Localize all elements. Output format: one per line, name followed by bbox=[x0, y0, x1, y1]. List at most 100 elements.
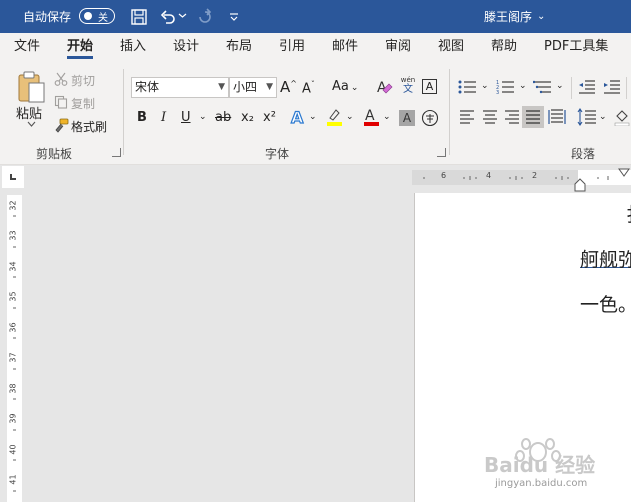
change-case-button[interactable]: Aa ⌄ bbox=[332, 79, 358, 94]
chevron-down-icon: ⌄ bbox=[350, 83, 359, 93]
enclose-characters-icon[interactable] bbox=[421, 109, 439, 127]
chevron-down-icon[interactable]: ⌄ bbox=[199, 112, 207, 122]
copy-icon bbox=[54, 95, 68, 109]
font-color-icon[interactable]: A bbox=[362, 107, 380, 127]
paste-label[interactable]: 粘贴 bbox=[16, 103, 42, 122]
chevron-down-icon[interactable]: ⌄ bbox=[556, 81, 564, 91]
tab-stop-icon bbox=[10, 174, 16, 180]
tab-references[interactable]: 引用 bbox=[279, 33, 305, 61]
font-size-value: 小四 bbox=[233, 80, 258, 94]
autosave-label: 自动保存 bbox=[23, 10, 72, 24]
watermark-text: Baidu 经验 bbox=[484, 453, 595, 477]
bullets-icon[interactable] bbox=[458, 79, 478, 95]
character-border-icon[interactable]: A bbox=[422, 79, 437, 94]
multilevel-list-icon[interactable] bbox=[533, 79, 553, 95]
copy-button[interactable]: 复制 bbox=[71, 95, 95, 112]
document-line[interactable]: 舸舰弥 bbox=[580, 245, 631, 272]
redo-icon bbox=[199, 8, 212, 23]
paste-icon[interactable] bbox=[16, 70, 46, 104]
numbering-icon[interactable]: 123 bbox=[496, 79, 516, 95]
chevron-down-icon[interactable]: ⌄ bbox=[383, 112, 391, 122]
chevron-down-icon: ▼ bbox=[266, 82, 273, 92]
undo-dropdown-icon[interactable] bbox=[178, 11, 187, 20]
justify-button[interactable] bbox=[522, 106, 544, 128]
title-bar: 自动保存 关 滕王阁序 ⌄ bbox=[0, 0, 631, 33]
tab-design[interactable]: 设计 bbox=[173, 33, 199, 61]
first-line-indent-marker-icon[interactable] bbox=[618, 168, 630, 178]
shading-icon[interactable] bbox=[614, 108, 630, 126]
tab-review[interactable]: 审阅 bbox=[385, 33, 411, 61]
svg-text:A: A bbox=[365, 108, 375, 124]
scissors-icon bbox=[54, 72, 68, 86]
autosave-toggle[interactable]: 关 bbox=[79, 8, 115, 24]
clear-formatting-icon[interactable]: A bbox=[376, 78, 394, 96]
text-effects-icon[interactable]: A bbox=[289, 108, 307, 126]
format-painter-icon bbox=[55, 118, 69, 133]
document-title-text: 滕王阁序 bbox=[484, 10, 533, 24]
ribbon-tabs: 文件 开始 插入 设计 布局 引用 邮件 审阅 视图 帮助 PDF工具集 bbox=[0, 33, 631, 61]
font-size-combobox[interactable]: 小四 ▼ bbox=[229, 77, 277, 98]
vertical-ruler[interactable]: 32 33 34 35 36 37 38 39 40 41 bbox=[7, 195, 22, 502]
customize-qat-icon[interactable] bbox=[228, 11, 240, 23]
phonetic-top: wén bbox=[400, 76, 416, 84]
tab-file[interactable]: 文件 bbox=[14, 33, 40, 61]
chevron-down-icon[interactable]: ⌄ bbox=[346, 112, 354, 122]
italic-button[interactable]: I bbox=[161, 110, 166, 125]
clipboard-group-label: 剪贴板 bbox=[36, 147, 73, 161]
chevron-down-icon: ▼ bbox=[218, 82, 225, 92]
character-shading-icon[interactable]: A bbox=[399, 110, 415, 126]
line-spacing-icon[interactable] bbox=[577, 108, 597, 126]
horizontal-ruler[interactable]: 6 4 2 bbox=[412, 168, 631, 185]
chevron-down-icon[interactable]: ⌄ bbox=[519, 81, 527, 91]
tab-view[interactable]: 视图 bbox=[438, 33, 464, 61]
clipboard-launcher-icon[interactable] bbox=[112, 148, 121, 157]
cut-button[interactable]: 剪切 bbox=[71, 72, 95, 89]
align-right-icon[interactable] bbox=[504, 110, 520, 124]
ribbon: 粘贴 剪切 复制 格式刷 剪贴板 宋体 ▼ 小四 ▼ A^ Aˇ Aa ⌄ A w… bbox=[0, 61, 631, 165]
tab-pdf-tools[interactable]: PDF工具集 bbox=[544, 33, 608, 61]
tab-mailings[interactable]: 邮件 bbox=[332, 33, 358, 61]
underline-button[interactable]: U bbox=[181, 110, 191, 125]
align-center-icon[interactable] bbox=[482, 110, 498, 124]
svg-text:A: A bbox=[291, 108, 304, 126]
divider bbox=[571, 77, 572, 99]
align-left-icon[interactable] bbox=[459, 110, 475, 124]
toggle-knob bbox=[84, 12, 92, 20]
chevron-down-icon[interactable]: ⌄ bbox=[309, 112, 317, 122]
highlight-icon[interactable] bbox=[325, 107, 343, 127]
document-title[interactable]: 滕王阁序 ⌄ bbox=[484, 0, 545, 33]
phonetic-bottom: 文 bbox=[403, 84, 413, 95]
tab-layout[interactable]: 布局 bbox=[226, 33, 252, 61]
hanging-indent-marker-icon[interactable] bbox=[574, 178, 586, 192]
tab-help[interactable]: 帮助 bbox=[491, 33, 517, 61]
tab-selector[interactable] bbox=[2, 166, 24, 188]
font-name-combobox[interactable]: 宋体 ▼ bbox=[131, 77, 229, 98]
save-icon[interactable] bbox=[130, 8, 148, 26]
autosave-state: 关 bbox=[98, 12, 108, 24]
paste-dropdown-icon[interactable] bbox=[27, 121, 36, 127]
bold-button[interactable]: B bbox=[137, 110, 147, 125]
undo-icon[interactable] bbox=[159, 8, 177, 26]
document-line[interactable]: 扌 bbox=[626, 200, 631, 227]
decrease-indent-icon[interactable] bbox=[578, 79, 596, 95]
superscript-button[interactable]: x² bbox=[263, 110, 276, 125]
tab-insert[interactable]: 插入 bbox=[120, 33, 146, 61]
font-launcher-icon[interactable] bbox=[437, 148, 446, 157]
change-case-label: Aa bbox=[332, 79, 349, 94]
chevron-down-icon[interactable]: ⌄ bbox=[599, 112, 607, 122]
font-name-value: 宋体 bbox=[135, 80, 160, 94]
ruler-ticks bbox=[423, 176, 609, 180]
group-divider bbox=[449, 69, 450, 155]
format-painter-button[interactable]: 格式刷 bbox=[71, 118, 107, 135]
document-line[interactable]: 一色。 bbox=[580, 290, 631, 317]
justify-icon bbox=[526, 110, 540, 124]
distributed-icon[interactable] bbox=[548, 109, 566, 125]
tab-home[interactable]: 开始 bbox=[67, 33, 94, 61]
shrink-font-icon[interactable]: Aˇ bbox=[302, 80, 315, 96]
increase-indent-icon[interactable] bbox=[603, 79, 621, 95]
strikethrough-button[interactable]: ab bbox=[215, 110, 231, 125]
subscript-button[interactable]: x₂ bbox=[241, 110, 254, 125]
grow-font-icon[interactable]: A^ bbox=[280, 78, 297, 96]
chevron-down-icon[interactable]: ⌄ bbox=[481, 81, 489, 91]
phonetic-guide-icon[interactable]: wén 文 bbox=[400, 76, 416, 96]
